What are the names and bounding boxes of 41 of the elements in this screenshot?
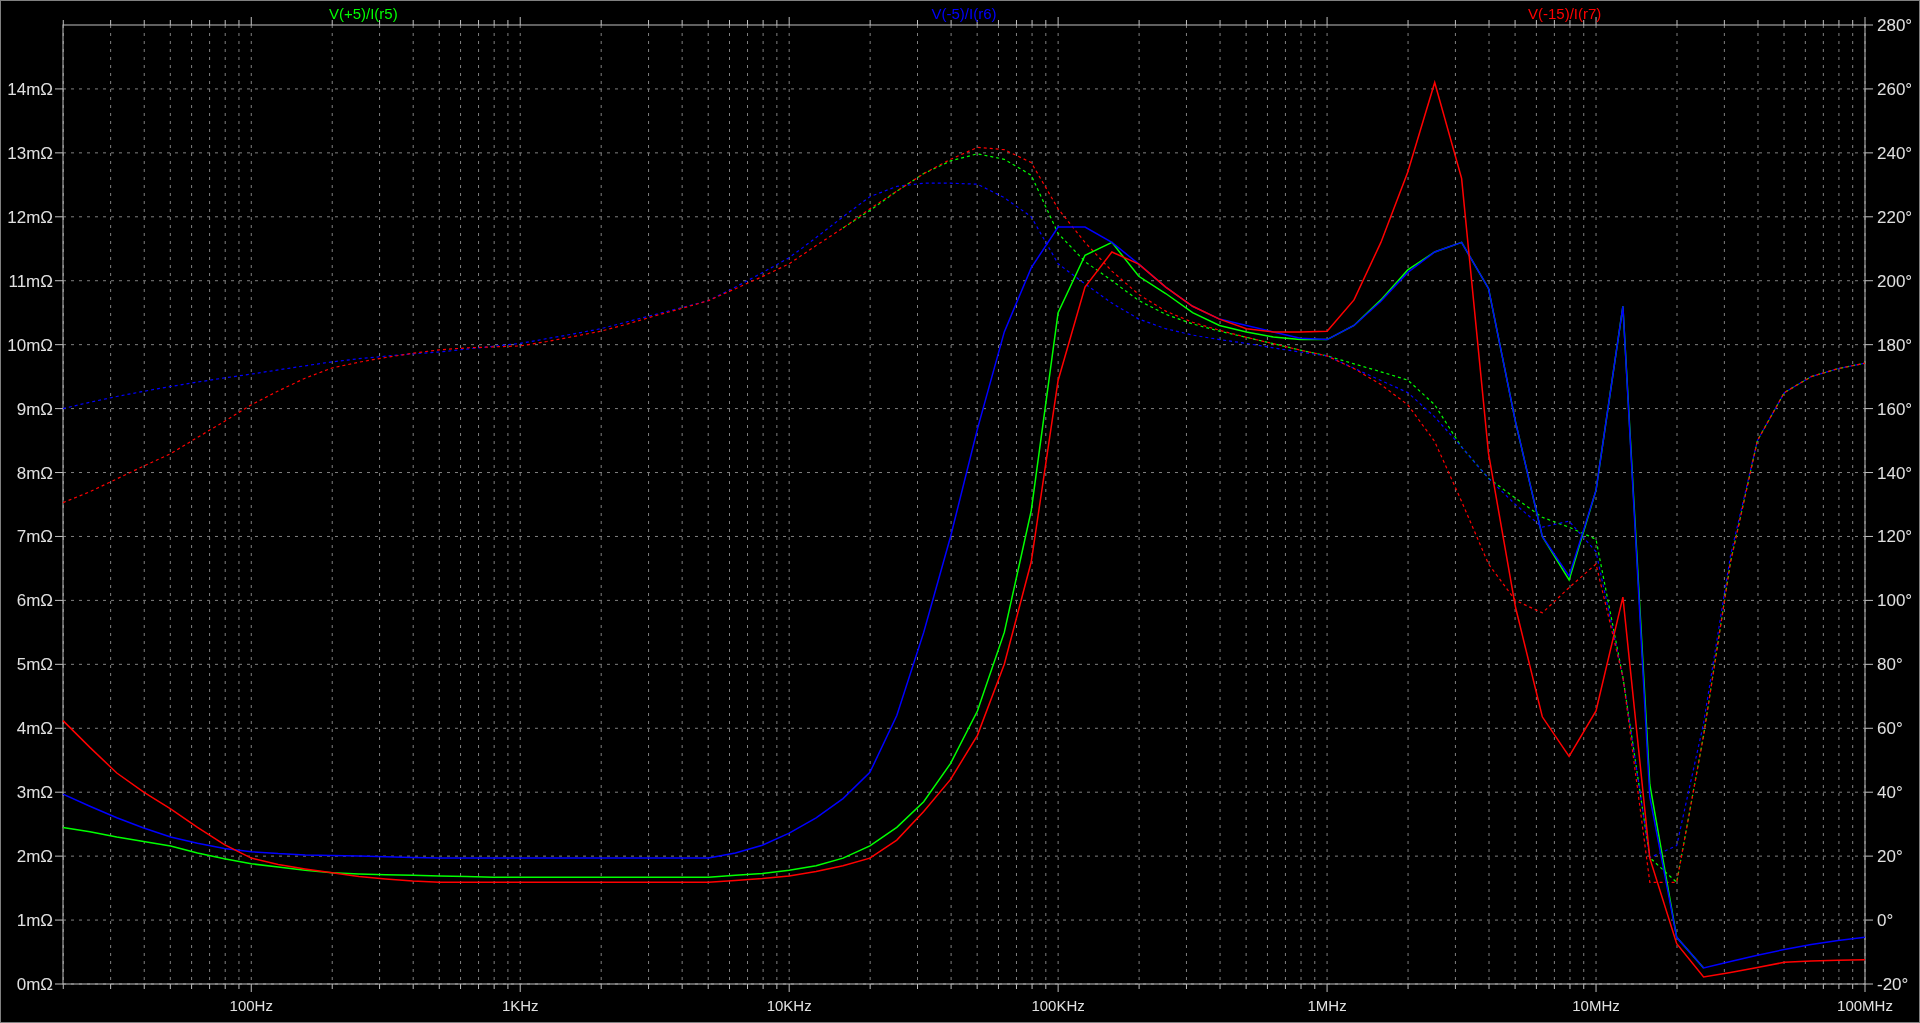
axis-tick-label: 12mΩ [7,207,53,227]
axis-tick-label: -20° [1877,975,1909,994]
axis-tick-label: 13mΩ [7,143,53,163]
axis-tick-label: 5mΩ [16,655,53,675]
axis-tick-label: 120° [1877,527,1913,547]
trace-label: V(-15)/I(r7) [1528,5,1602,22]
axis-tick-label: 20° [1877,847,1903,867]
axis-tick-label: 2mΩ [16,847,53,867]
axis-tick-label: 10mΩ [7,335,53,355]
axis-tick-label: 0° [1877,911,1894,931]
axis-tick-label: 180° [1877,335,1913,355]
axis-tick-label: 40° [1877,783,1903,803]
trace-label: V(+5)/I(r5) [328,5,398,22]
axis-tick-label: 9mΩ [16,399,53,419]
axis-tick-label: 200° [1877,271,1913,291]
axis-tick-label: 1mΩ [16,911,53,931]
axis-tick-label: 100° [1877,591,1913,611]
axis-tick-label: 240° [1877,143,1913,163]
trace-label: V(-5)/I(r6) [931,5,997,22]
axis-tick-label: 100MHz [1837,997,1893,1014]
axis-tick-label: 220° [1877,207,1913,227]
axis-tick-label: 3mΩ [16,783,53,803]
axis-tick-label: 10KHz [766,997,812,1014]
axis-tick-label: 260° [1877,79,1913,99]
axis-tick-label: 8mΩ [16,463,53,483]
axis-tick-label: 10MHz [1572,997,1620,1014]
axis-tick-label: 6mΩ [16,591,53,611]
axis-tick-label: 100KHz [1031,997,1085,1014]
axis-tick-label: 1MHz [1307,997,1347,1014]
axis-tick-label: 4mΩ [16,719,53,739]
axis-tick-label: 80° [1877,655,1903,675]
axis-tick-label: 0mΩ [16,975,53,994]
axis-tick-label: 1KHz [501,997,539,1014]
axis-tick-label: 60° [1877,719,1903,739]
axis-tick-label: 100Hz [229,997,273,1014]
axis-tick-label: 160° [1877,399,1913,419]
axis-tick-label: 11mΩ [8,271,53,291]
axis-tick-label: 7mΩ [16,527,53,547]
axis-tick-label: 14mΩ [7,79,53,99]
axis-tick-label: 280° [1877,16,1913,35]
axis-tick-label: 140° [1877,463,1913,483]
